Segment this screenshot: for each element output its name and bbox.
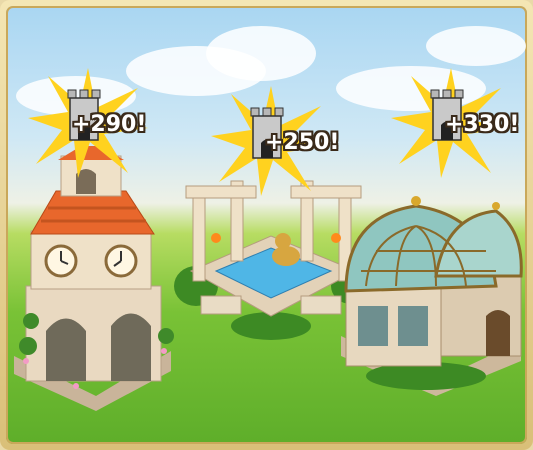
bonus-amount-label: +250! [265,130,340,155]
bonus-indicator-greenhouse: +330! [391,68,519,178]
cloud [426,26,526,66]
bonus-indicator-clock-tower: +290! [28,68,148,178]
cloud [206,26,316,81]
bonus-indicator-fountain: +250! [211,86,339,196]
game-scene: +290! +250! +330! [6,6,527,444]
panel-frame: +290! +250! +330! [0,0,533,450]
bonus-amount-label: +290! [72,112,147,137]
greenhouse-building[interactable] [336,176,526,396]
bonus-amount-label: +330! [445,112,520,137]
clock-tower-building[interactable] [6,146,181,416]
